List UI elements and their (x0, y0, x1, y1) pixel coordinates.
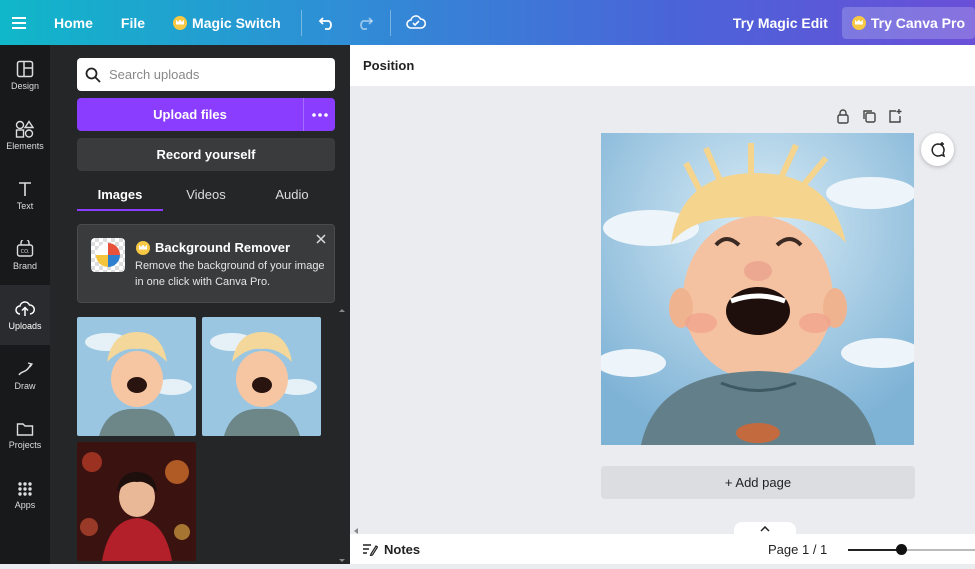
crown-icon (136, 240, 150, 255)
page-tools (835, 108, 903, 124)
crown-icon (173, 15, 188, 30)
brand-icon: CO. (16, 239, 34, 257)
search-box[interactable] (77, 58, 335, 91)
add-page-button[interactable]: + Add page (601, 466, 915, 499)
rail-label: Design (10, 80, 39, 91)
lock-icon[interactable] (835, 108, 851, 124)
bottom-bar: Notes Page 1 / 1 (350, 534, 975, 564)
more-dots-icon (311, 112, 328, 117)
panel-scrollbar[interactable] (338, 307, 346, 564)
upload-row: Upload files (77, 98, 335, 131)
side-rail: Design Elements Text CO. Brand Uploads D… (0, 45, 50, 564)
uploaded-image-thumbnail[interactable] (202, 317, 321, 436)
background-remover-title: Background Remover (136, 240, 290, 255)
tab-audio[interactable]: Audio (249, 183, 335, 211)
uploads-panel: Upload files Record yourself Images Vide… (50, 45, 350, 564)
rail-item-text[interactable]: Text (0, 165, 50, 225)
close-icon[interactable] (316, 231, 326, 249)
record-yourself-button[interactable]: Record yourself (77, 138, 335, 171)
search-icon (85, 67, 101, 83)
uploaded-image-thumbnail[interactable] (77, 442, 196, 561)
duplicate-page-icon[interactable] (861, 108, 877, 124)
apps-grid-icon (18, 481, 32, 496)
more-options-button[interactable] (303, 98, 335, 131)
rail-item-draw[interactable]: Draw (0, 345, 50, 405)
zoom-slider-handle[interactable] (896, 544, 907, 555)
rail-label: Brand (12, 260, 38, 271)
file-menu-button[interactable]: File (107, 0, 159, 45)
notes-label: Notes (384, 541, 421, 557)
rail-label: Apps (14, 499, 36, 510)
rail-label: Projects (8, 439, 42, 450)
rail-item-design[interactable]: Design (0, 45, 50, 105)
crown-icon (851, 15, 866, 30)
canvas-artwork-image[interactable] (601, 133, 914, 445)
text-icon (19, 181, 31, 196)
design-icon (16, 60, 34, 77)
elements-icon (15, 119, 35, 138)
notes-button[interactable]: Notes (362, 542, 420, 557)
home-button[interactable]: Home (40, 0, 107, 45)
redo-icon[interactable] (346, 0, 384, 45)
background-remover-description: Remove the background of your image in o… (135, 260, 325, 288)
background-remover-thumbnail (91, 238, 125, 272)
rail-label: Elements (6, 140, 44, 151)
hamburger-menu-icon[interactable] (0, 0, 40, 45)
rail-item-brand[interactable]: CO. Brand (0, 225, 50, 285)
rail-item-uploads[interactable]: Uploads (0, 285, 50, 345)
context-toolbar: Position (350, 45, 975, 86)
position-button[interactable]: Position (363, 58, 414, 73)
media-tabs: Images Videos Audio (77, 183, 335, 211)
add-page-icon[interactable] (887, 108, 903, 124)
uploaded-image-thumbnail[interactable] (77, 317, 196, 436)
magic-switch-button[interactable]: Magic Switch (159, 0, 295, 45)
background-remover-card[interactable]: Background Remover Remove the background… (77, 224, 335, 303)
tab-videos[interactable]: Videos (163, 183, 249, 211)
chevron-up-icon (760, 526, 770, 532)
undo-icon[interactable] (308, 0, 346, 45)
divider (389, 9, 391, 36)
zoom-slider-fill (848, 549, 902, 551)
magic-switch-label: Magic Switch (192, 14, 281, 31)
tab-images[interactable]: Images (77, 183, 163, 211)
rail-item-apps[interactable]: Apps (0, 465, 50, 525)
horizontal-scrollbar[interactable] (350, 523, 975, 534)
top-bar: Home File Magic Switch Try Magic Edit Tr… (0, 0, 975, 45)
rail-item-projects[interactable]: Projects (0, 405, 50, 465)
rail-item-elements[interactable]: Elements (0, 105, 50, 165)
try-magic-edit-button[interactable]: Try Magic Edit (719, 0, 842, 45)
search-input[interactable] (109, 67, 319, 82)
beach-ball-icon (96, 243, 120, 267)
rail-label: Draw (14, 380, 36, 391)
page-indicator[interactable]: Page 1 / 1 (768, 542, 827, 557)
notes-icon (363, 544, 378, 556)
svg-text:CO.: CO. (21, 249, 30, 255)
add-comment-button[interactable] (921, 133, 954, 166)
draw-icon (18, 361, 34, 375)
try-canva-pro-label: Try Canva Pro (870, 14, 965, 31)
upload-cloud-icon (15, 300, 35, 316)
try-canva-pro-button[interactable]: Try Canva Pro (841, 6, 975, 39)
editor-canvas-area: Position + Add page Notes Page 1 / 1 (350, 45, 975, 564)
background-remover-title-text: Background Remover (155, 240, 291, 255)
comment-add-icon (930, 141, 945, 157)
rail-label: Text (16, 200, 34, 211)
divider (300, 9, 302, 36)
rail-label: Uploads (8, 320, 42, 331)
upload-files-button[interactable]: Upload files (77, 98, 303, 131)
cloud-save-icon[interactable] (397, 0, 435, 45)
folder-icon (16, 422, 34, 436)
